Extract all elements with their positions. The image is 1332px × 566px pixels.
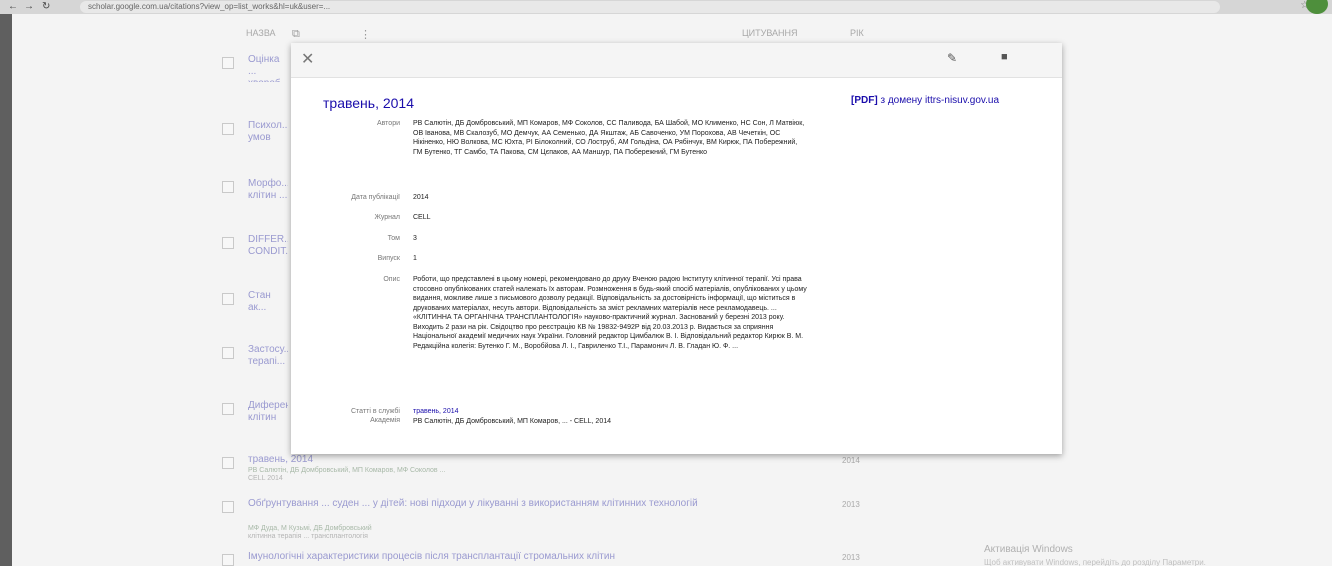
dialog-toolbar: ✕ ✎ ■	[291, 43, 1062, 78]
article-title-link[interactable]: Оцінка ... хвороб ... крові	[248, 54, 288, 82]
row-checkbox[interactable]	[222, 403, 234, 415]
row-checkbox[interactable]	[222, 57, 234, 69]
close-icon[interactable]: ✕	[301, 49, 314, 69]
article-title-link[interactable]: Диференц... клітин в...	[248, 400, 288, 426]
article-title-link[interactable]: Застосу... терапі...	[248, 344, 288, 370]
article-year: 2013	[842, 500, 860, 509]
merge-icon[interactable]: ⧉	[292, 28, 300, 41]
row-checkbox[interactable]	[222, 123, 234, 135]
row-checkbox[interactable]	[222, 181, 234, 193]
reload-icon[interactable]: ↻	[42, 0, 50, 14]
forward-icon[interactable]: →	[24, 0, 34, 14]
article-detail-dialog: ✕ ✎ ■ травень, 2014 [PDF] з домену ittrs…	[291, 43, 1062, 454]
row-checkbox[interactable]	[222, 293, 234, 305]
row-checkbox[interactable]	[222, 457, 234, 469]
pdf-domain: з домену ittrs-nisuv.gov.ua	[880, 95, 1000, 106]
article-authors: РВ Салютін, ДБ Домбровський, МП Комаров,…	[248, 467, 446, 474]
row-checkbox[interactable]	[222, 554, 234, 566]
volume-value: 3	[413, 235, 417, 242]
article-title-link[interactable]: Психол... умов ви...	[248, 120, 288, 146]
pdf-tag: [PDF]	[851, 95, 878, 106]
profile-avatar[interactable]	[1306, 0, 1328, 14]
article-title-link[interactable]: Імунологічні характеристики процесів піс…	[248, 551, 768, 563]
issue-label: Випуск	[377, 255, 400, 262]
address-text: scholar.google.com.ua/citations?view_op=…	[88, 2, 331, 11]
pubdate-label: Дата публікації	[351, 194, 400, 201]
title-column-header[interactable]: НАЗВА	[246, 28, 276, 38]
cited-in-link[interactable]: травень, 2014	[413, 407, 813, 417]
pubdate-value: 2014	[413, 194, 429, 201]
address-bar[interactable]: scholar.google.com.ua/citations?view_op=…	[80, 1, 1220, 13]
windows-activation-watermark: Активація Windows	[984, 544, 1073, 555]
windows-activation-hint: Щоб активувати Windows, перейдіть до роз…	[984, 558, 1206, 566]
article-title-link[interactable]: DIFFER... CONDIT...	[248, 234, 288, 260]
description-value: Роботи, що представлені в цьому номері, …	[413, 276, 807, 350]
journal-label: Журнал	[374, 214, 400, 221]
row-checkbox[interactable]	[222, 237, 234, 249]
row-checkbox[interactable]	[222, 347, 234, 359]
authors-label: Автори	[376, 120, 400, 127]
cited-in-label-2: Академія	[370, 417, 400, 424]
description-label: Опис	[383, 276, 400, 283]
trash-icon[interactable]: ■	[1001, 51, 1008, 63]
browser-toolbar: ← → ↻ scholar.google.com.ua/citations?vi…	[0, 0, 1332, 14]
article-year: 2014	[842, 456, 860, 465]
pdf-link[interactable]: [PDF] з домену ittrs-nisuv.gov.ua	[851, 95, 999, 106]
back-icon[interactable]: ←	[8, 0, 18, 14]
article-source: клітинна терапія ... трансплантологія	[248, 533, 368, 540]
cited-article-link[interactable]: травень, 2014	[413, 408, 459, 415]
cited-column-header[interactable]: ЦИТУВАННЯ	[742, 28, 798, 38]
cited-in-label: Статті в службі	[351, 408, 400, 415]
row-checkbox[interactable]	[222, 501, 234, 513]
cited-in-details: РВ Салютін, ДБ Домбровський, МП Комаров,…	[413, 418, 611, 425]
more-icon[interactable]: ⋮	[360, 28, 371, 41]
journal-value: CELL	[413, 214, 431, 221]
year-column-header[interactable]: РІК	[850, 28, 864, 38]
article-title-link[interactable]: Стан ак... умов та...	[248, 290, 288, 316]
article-source: CELL 2014	[248, 475, 283, 482]
article-title-link[interactable]: Морфо... клітин ...	[248, 178, 288, 204]
authors-value: РВ Салютін, ДБ Домбровський, МП Комаров,…	[413, 120, 805, 156]
article-title-link[interactable]: Обґрунтування ... суден ... у дітей: нов…	[248, 498, 768, 510]
article-year: 2013	[842, 553, 860, 562]
article-title[interactable]: травень, 2014	[323, 95, 414, 111]
article-authors: МФ Дуда, М Кузьмі, ДБ Домбровський	[248, 525, 372, 532]
article-title-link[interactable]: травень, 2014	[248, 454, 768, 466]
pencil-icon[interactable]: ✎	[947, 51, 957, 65]
list-header: НАЗВА ⧉ ⋮ ЦИТУВАННЯ РІК	[222, 22, 882, 44]
volume-label: Том	[387, 235, 400, 242]
issue-value: 1	[413, 255, 417, 262]
